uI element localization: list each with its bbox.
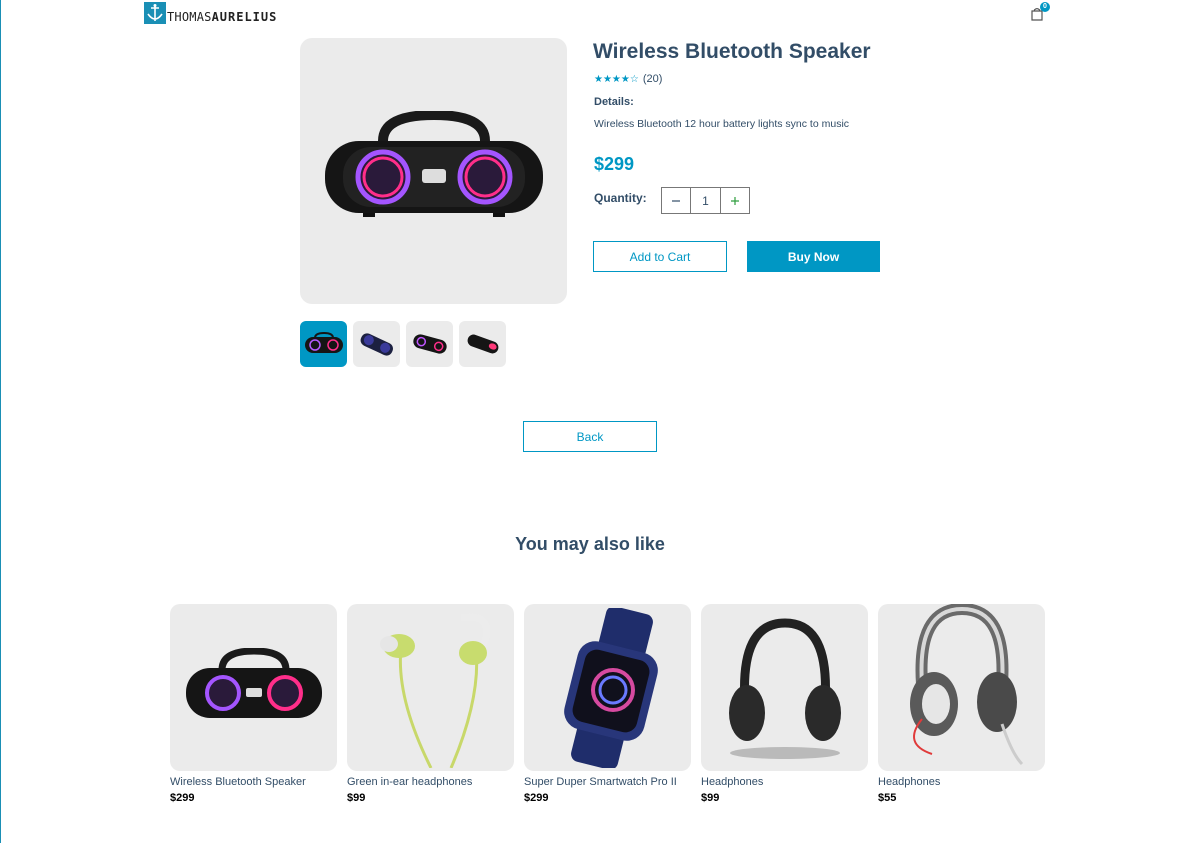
- minus-icon: [672, 199, 681, 202]
- details-heading: Details:: [594, 96, 634, 108]
- thumbnail-speaker-angle[interactable]: [353, 321, 400, 367]
- smartwatch-image: [563, 607, 658, 768]
- product-card-name: Green in-ear headphones: [347, 776, 473, 788]
- product-card-price: $55: [878, 792, 897, 804]
- product-title: Wireless Bluetooth Speaker: [593, 40, 871, 63]
- back-button[interactable]: Back: [523, 421, 657, 452]
- quantity-increase-button[interactable]: [721, 188, 749, 213]
- product-card-image: [524, 604, 691, 771]
- logo[interactable]: THOMASAURELIUS: [144, 2, 277, 24]
- headphones-image: [728, 617, 841, 759]
- product-card[interactable]: Headphones $55: [878, 604, 1045, 804]
- recommendations-heading: You may also like: [515, 534, 665, 554]
- quantity-stepper: 1: [661, 187, 750, 214]
- product-card-name: Headphones: [701, 776, 764, 788]
- details-text: Wireless Bluetooth 12 hour battery light…: [594, 118, 850, 130]
- plus-icon: [730, 196, 739, 205]
- product-card-image: [170, 604, 337, 771]
- thumbnail-speaker-front[interactable]: [300, 321, 347, 367]
- product-card-price: $299: [170, 792, 195, 804]
- product-main-image[interactable]: [300, 38, 567, 304]
- earphones-image: [379, 613, 490, 768]
- logo-mark-icon: [144, 2, 166, 24]
- logo-text: THOMASAURELIUS: [167, 10, 278, 24]
- thumbnail-speaker-side[interactable]: [406, 321, 453, 367]
- quantity-decrease-button[interactable]: [662, 188, 690, 213]
- product-card-price: $299: [524, 792, 549, 804]
- product-card[interactable]: Wireless Bluetooth Speaker $299: [170, 604, 337, 804]
- product-card-name: Wireless Bluetooth Speaker: [170, 776, 306, 788]
- speaker-image: [324, 111, 543, 217]
- buy-now-button[interactable]: Buy Now: [747, 241, 880, 272]
- product-card[interactable]: Super Duper Smartwatch Pro II $299: [524, 604, 691, 804]
- navbar: THOMASAURELIUS 0: [1, 0, 1178, 30]
- gaming-headset-image: [909, 604, 1023, 766]
- product-price: $299: [594, 154, 635, 174]
- rating-stars-icon: ★★★★☆: [594, 73, 639, 85]
- product-card-image: [347, 604, 514, 771]
- product-card-name: Super Duper Smartwatch Pro II: [524, 776, 677, 788]
- product-card-image: [878, 604, 1045, 771]
- cart-count-badge: 0: [1040, 2, 1050, 12]
- recommendations-list: Wireless Bluetooth Speaker $299 Green in…: [170, 604, 1045, 804]
- product-card-price: $99: [701, 792, 720, 804]
- cart-button[interactable]: 0: [1029, 2, 1051, 22]
- review-count: (20): [642, 73, 663, 85]
- quantity-label: Quantity:: [594, 191, 647, 205]
- product-card-image: [701, 604, 868, 771]
- speaker-image: [185, 647, 322, 718]
- product-rating: ★★★★☆ (20): [594, 73, 662, 85]
- product-card-name: Headphones: [878, 776, 941, 788]
- quantity-value[interactable]: 1: [690, 188, 721, 213]
- add-to-cart-button[interactable]: Add to Cart: [593, 241, 727, 272]
- thumbnail-strip: [300, 321, 506, 367]
- product-card-price: $99: [347, 792, 366, 804]
- product-card[interactable]: Green in-ear headphones $99: [347, 604, 514, 804]
- thumbnail-speaker-top[interactable]: [459, 321, 506, 367]
- product-card[interactable]: Headphones $99: [701, 604, 868, 804]
